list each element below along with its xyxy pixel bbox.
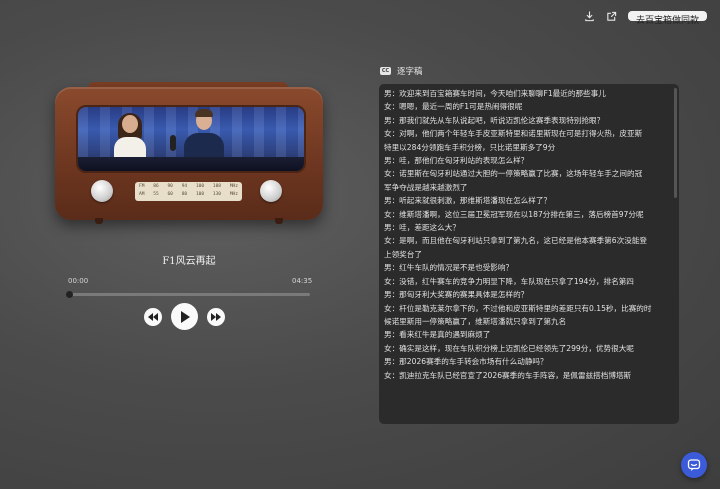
microphone-figure [170, 135, 176, 151]
play-icon [180, 310, 190, 323]
radio-tuning-knob [260, 180, 282, 202]
transcript-line: 特里以284分领跑车手积分榜，只比诺里斯多了9分 [384, 142, 556, 152]
transcript-line: 男：哇，差距这么大？ [384, 223, 460, 233]
transcript-line: 女：嗯嗯，最近一周的F1可是热闹得很呢 [384, 102, 523, 112]
frequency-label: 108 [212, 184, 222, 189]
radio-leg-left [95, 218, 103, 224]
cc-icon: CC [380, 67, 391, 75]
frequency-label: 55 [153, 192, 159, 197]
transcript-line: 男：那2026赛季的车手转会市场有什么动静吗？ [384, 357, 548, 367]
transcript-line: 男：听起来就很刺激，那维斯塔潘现在怎么样了？ [384, 196, 552, 206]
frequency-label: 60 [167, 192, 173, 197]
download-icon[interactable] [584, 10, 596, 22]
transcript-line: 女：诺里斯在匈牙利站通过大胆的一停策略赢了比赛，这场年轻车手之间的冠 [384, 169, 643, 179]
transcript-line: 男：红牛车队的情况是不是也受影响？ [384, 263, 514, 273]
play-button[interactable] [171, 303, 198, 330]
chat-assistant-icon [687, 459, 701, 471]
transcript-panel[interactable]: 男：欢迎来到百宝箱赛车时间，今天咱们来聊聊F1最近的那些事儿 女：嗯嗯，最近一周的… [379, 84, 679, 424]
studio-screen-image [76, 105, 306, 173]
rewind-button[interactable] [144, 307, 162, 326]
transcript-line: 男：那匈牙利大奖赛的赛果具体是怎样的？ [384, 290, 529, 300]
radio-volume-knob [91, 180, 113, 202]
frequency-label: FM [139, 184, 145, 189]
radio-leg-right [275, 218, 283, 224]
make-same-button[interactable]: 去百宝箱做同款 [627, 11, 707, 25]
track-title: F1风云再起 [162, 256, 216, 267]
frequency-label: MHz [229, 192, 238, 197]
transcript-scrollbar[interactable] [674, 88, 677, 198]
radio-cover-art: FM 86 90 94 100 108 MHz AM 55 60 80 100 130 MHz [55, 87, 323, 224]
transcript-line: 男：哇，那他们在匈牙利站的表现怎么样？ [384, 156, 529, 166]
transcript-line: 军争夺战是越来越激烈了 [384, 182, 468, 192]
transcript-line: 男：欢迎来到百宝箱赛车时间，今天咱们来聊聊F1最近的那些事儿 [384, 89, 606, 98]
transcript-title: 逐字稿 [397, 67, 423, 77]
transcript-line: 女：凯迪拉克车队已经官宣了2026赛季的车手阵容，是佩雷兹搭档博塔斯 [384, 370, 632, 380]
transcript-line: 女：维斯塔潘啊，这位三届卫冕冠军现在以187分排在第三，落后榜首97分呢 [384, 209, 644, 219]
frequency-label: 130 [212, 192, 222, 197]
transcript-line: 上领奖台了 [384, 249, 422, 259]
frequency-label: 86 [153, 184, 159, 189]
radio-frequency-panel: FM 86 90 94 100 108 MHz AM 55 60 80 100 130 MHz [135, 182, 242, 201]
frequency-label: 90 [167, 184, 173, 189]
current-time: 00:00 [68, 277, 89, 285]
frequency-label: 94 [181, 184, 188, 189]
frequency-label: AM [139, 192, 145, 197]
transcript-line: 女：对啊，他们两个年轻车手皮亚斯特里和诺里斯现在可是打得火热，皮亚斯 [384, 129, 643, 139]
fast-forward-icon [211, 312, 221, 321]
frequency-label: 100 [195, 192, 205, 197]
frequency-label: MHz [229, 184, 238, 189]
transcript-line: 女：确实是这样，现在车队积分榜上迈凯伦已经领先了299分，优势很大呢 [384, 343, 634, 353]
progress-bar[interactable] [66, 291, 310, 298]
fast-forward-button[interactable] [207, 307, 225, 326]
transcript-line: 男：看来红牛是真的遇到麻烦了 [384, 330, 491, 340]
progress-handle[interactable] [66, 291, 73, 298]
transcript-line: 候诺里斯用一停策略赢了，维斯塔潘就只拿到了第九名 [384, 316, 567, 326]
transcript-line: 女：是啊，而且他在匈牙利站只拿到了第九名，这已经是他本赛季第6次没能登 [384, 236, 648, 246]
top-toolbar: 去百宝箱做同款 [584, 10, 707, 25]
share-icon[interactable] [606, 10, 618, 22]
rewind-icon [148, 312, 158, 321]
frequency-label: 80 [181, 192, 188, 197]
transcript-line: 女：杆位是勒克莱尔拿下的，不过他和皮亚斯特里的差距只有0.15秒，比赛的时 [384, 303, 652, 313]
playback-controls [144, 303, 225, 330]
frequency-label: 100 [195, 184, 205, 189]
transcript-line: 男：那我们就先从车队说起吧，听说迈凯伦这赛季表现特别抢眼？ [384, 115, 605, 125]
transcript-line: 女：没错，红牛赛车的竞争力明显下降，车队现在只拿了194分，排名第四 [384, 276, 634, 286]
total-time: 04:35 [292, 277, 313, 285]
assistant-button[interactable] [681, 452, 707, 478]
transcript-header: CC 逐字稿 [380, 65, 423, 77]
